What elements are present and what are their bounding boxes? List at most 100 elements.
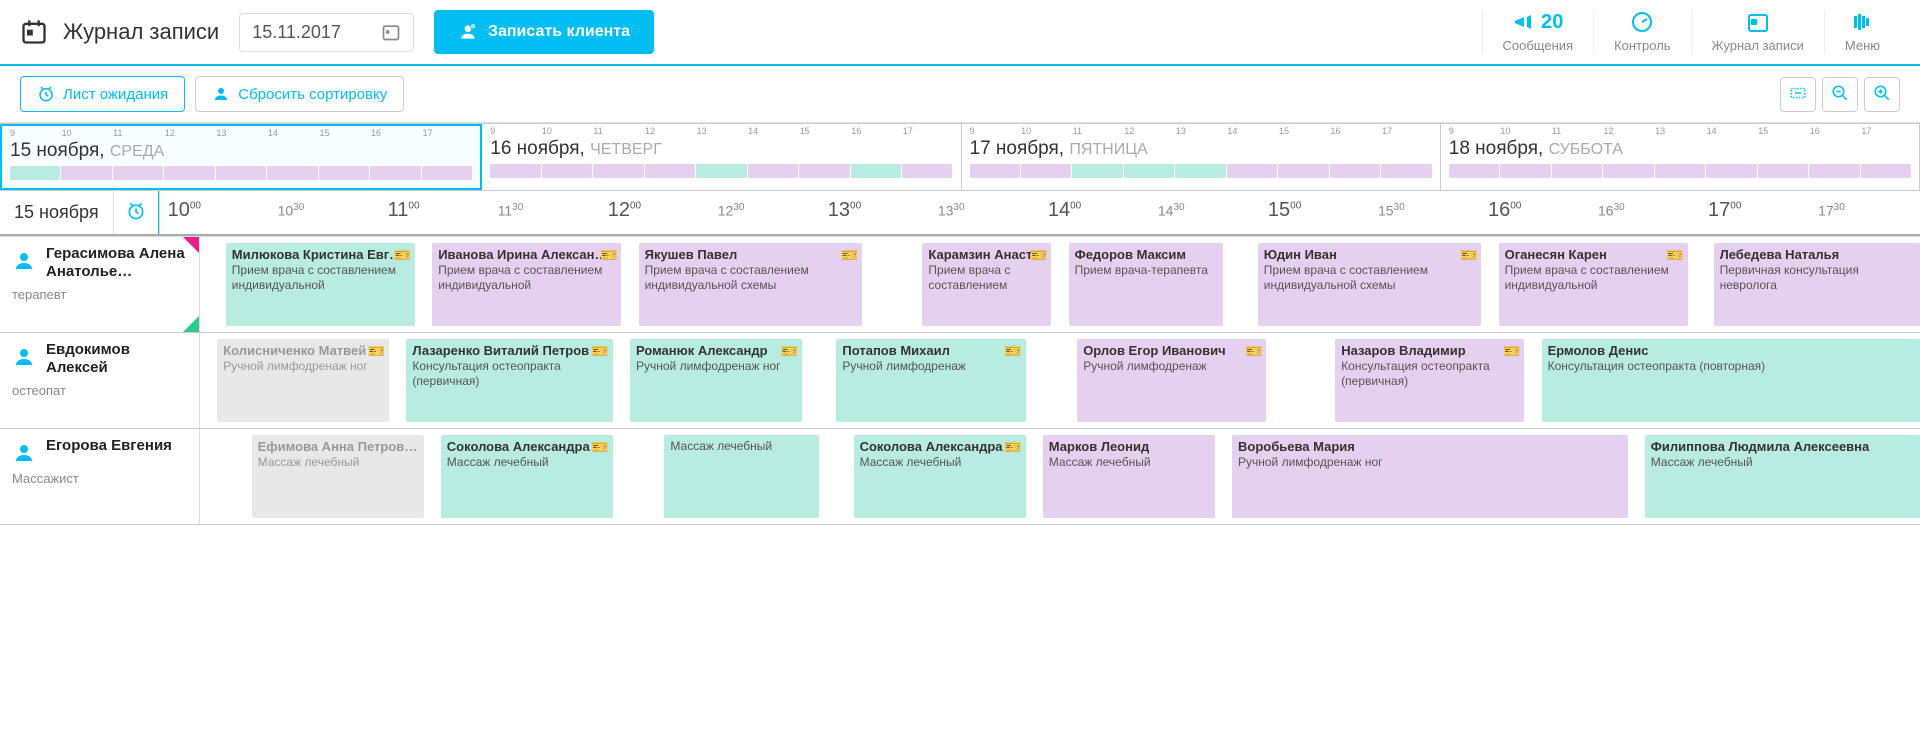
time-slot: 1300 [820, 199, 930, 222]
zoom-in-button[interactable] [1864, 77, 1900, 112]
ticket-icon: 🎫 [1004, 343, 1021, 361]
header-left: Журнал записи 15.11.2017 + Записать клие… [20, 10, 1482, 54]
appointment[interactable]: Якушев ПавелПрием врача с составлением и… [639, 243, 863, 326]
fit-button[interactable] [1780, 77, 1816, 112]
gauge-icon [1630, 10, 1654, 34]
time-slot: 1530 [1370, 202, 1480, 219]
staff-cell[interactable]: Герасимова Алена Анатолье… терапевт [0, 237, 200, 332]
time-slot: 1700 [1700, 199, 1810, 222]
appointment[interactable]: Воробьева МарияРучной лимфодренаж ног [1232, 435, 1628, 518]
time-header-alarm[interactable] [113, 191, 159, 234]
ticket-icon: 🎫 [368, 343, 385, 361]
minimap-day[interactable]: 9101112131415161716 ноября, ЧЕТВЕРГ [482, 124, 961, 190]
calendar-nav-icon [1746, 10, 1770, 34]
staff-cell[interactable]: Евдокимов Алексейостеопат [0, 333, 200, 428]
minimap-day[interactable]: 9101112131415161718 ноября, СУББОТА [1441, 124, 1920, 190]
time-slot: 1400 [1040, 199, 1150, 222]
appointment[interactable]: Назаров ВладимирКонсультация остеопракта… [1335, 339, 1524, 422]
appt-service: Ручной лимфодренаж [842, 359, 1019, 374]
appt-client: Марков Леонид [1049, 439, 1209, 455]
appointment[interactable]: Милюкова Кристина ЕвгеньевнПрием врача с… [226, 243, 415, 326]
appt-service: Прием врача с составлением индивидуально… [438, 263, 615, 293]
appointment[interactable]: Оганесян КаренПрием врача с составлением… [1499, 243, 1688, 326]
ticket-icon: 🎫 [1245, 343, 1262, 361]
schedule-row: Герасимова Алена Анатолье… терапевт Милюко… [0, 237, 1920, 333]
appt-service: Прием врача с составлением [928, 263, 1045, 293]
appointment[interactable]: Карамзин АнастасияПрием врача с составле… [922, 243, 1051, 326]
zoom-out-icon [1831, 84, 1849, 102]
appt-service: Массаж лечебный [1049, 455, 1209, 470]
time-slot: 1730 [1810, 202, 1920, 219]
appointment[interactable]: Федоров МаксимПрием врача-терапевта [1069, 243, 1224, 326]
ticket-icon: 🎫 [600, 247, 617, 265]
staff-role: остеопат [12, 383, 187, 398]
waitlist-button[interactable]: Лист ожидания [20, 76, 185, 112]
appointment[interactable]: Лебедева НатальяПервичная консультация н… [1714, 243, 1920, 326]
appt-service: Ручной лимфодренаж ног [636, 359, 796, 374]
appt-client: Филиппова Людмила Алексеевна [1651, 439, 1914, 455]
ticket-icon: 🎫 [1503, 343, 1520, 361]
time-slot: 1500 [1260, 199, 1370, 222]
nav-menu[interactable]: Меню [1824, 10, 1900, 54]
staff-name: Герасимова Алена Анатолье… [46, 245, 187, 281]
zoom-out-button[interactable] [1822, 77, 1858, 112]
nav-menu-label: Меню [1845, 38, 1880, 54]
appt-client: Романюк Александр [636, 343, 796, 359]
appointment[interactable]: Колисниченко МатвейРучной лимфодренаж но… [217, 339, 389, 422]
nav-control[interactable]: Контроль [1593, 10, 1690, 54]
nav-journal[interactable]: Журнал записи [1691, 10, 1824, 54]
appointment[interactable]: Лазаренко Виталий ПетровКонсультация ост… [406, 339, 612, 422]
toolbar: Лист ожидания Сбросить сортировку [0, 66, 1920, 123]
staff-cell[interactable]: Егорова ЕвгенияМассажист [0, 429, 200, 524]
appointment[interactable]: Ефимова Анна ПетровнаМассаж лечебный [252, 435, 424, 518]
appointment[interactable]: Ермолов ДенисКонсультация остеопракта (п… [1542, 339, 1920, 422]
appt-service: Ручной лимфодренаж ног [1238, 455, 1622, 470]
time-slot: 1000 [160, 199, 270, 222]
appointment[interactable]: Юдин ИванПрием врача с составлением инди… [1258, 243, 1482, 326]
enroll-label: Записать клиента [488, 23, 630, 41]
appointment[interactable]: Романюк АлександрРучной лимфодренаж ног🎫 [630, 339, 802, 422]
timeline[interactable]: Колисниченко МатвейРучной лимфодренаж но… [200, 333, 1920, 428]
timeline[interactable]: Милюкова Кристина ЕвгеньевнПрием врача с… [200, 237, 1920, 332]
appt-service: Ручной лимфодренаж [1083, 359, 1260, 374]
enroll-button[interactable]: + Записать клиента [434, 10, 654, 54]
staff-role: терапевт [12, 287, 187, 302]
timeline[interactable]: Ефимова Анна ПетровнаМассаж лечебныйСоко… [200, 429, 1920, 524]
date-value: 15.11.2017 [252, 22, 341, 43]
appt-client: Карамзин Анастасия [928, 247, 1045, 263]
minimap-day[interactable]: 9101112131415161717 ноября, ПЯТНИЦА [962, 124, 1441, 190]
nav-journal-label: Журнал записи [1712, 38, 1804, 54]
schedule-row: Евдокимов АлексейостеопатКолисниченко Ма… [0, 333, 1920, 429]
appointment[interactable]: Потапов МихаилРучной лимфодренаж🎫 [836, 339, 1025, 422]
appointment[interactable]: Филиппова Людмила АлексеевнаМассаж лечеб… [1645, 435, 1920, 518]
ticket-icon: 🎫 [591, 343, 608, 361]
appointment[interactable]: Марков ЛеонидМассаж лечебный [1043, 435, 1215, 518]
ticket-icon: 🎫 [841, 247, 858, 265]
appointment[interactable]: Массаж лечебный [664, 435, 819, 518]
appt-service: Массаж лечебный [670, 439, 813, 454]
minimap-day[interactable]: 9101112131415161715 ноября, СРЕДА [0, 124, 482, 190]
page-title: Журнал записи [20, 18, 219, 46]
appt-service: Прием врача с составлением индивидуально… [645, 263, 857, 293]
nav-control-label: Контроль [1614, 38, 1670, 54]
ticket-icon: 🎫 [394, 247, 411, 265]
zoom-in-icon [1873, 84, 1891, 102]
date-picker[interactable]: 15.11.2017 [239, 13, 414, 52]
alarm-icon [37, 85, 55, 103]
person-sort-icon [212, 85, 230, 103]
ticket-icon: 🎫 [1666, 247, 1683, 265]
appt-service: Консультация остеопракта (повторная) [1548, 359, 1914, 374]
megaphone-icon [1512, 10, 1536, 34]
appointment[interactable]: Соколова Александра ФеМассаж лечебный🎫 [441, 435, 613, 518]
appointment[interactable]: Соколова Александра ФеМассаж лечебный🎫 [854, 435, 1026, 518]
schedule-row: Егорова ЕвгенияМассажист Ефимова Анна Пет… [0, 429, 1920, 525]
nav-messages[interactable]: 20 Сообщения [1482, 10, 1594, 54]
app-header: Журнал записи 15.11.2017 + Записать клие… [0, 0, 1920, 66]
appt-client: Назаров Владимир [1341, 343, 1518, 359]
appt-client: Иванова Ирина Александровн [438, 247, 615, 263]
day-minimap: 9101112131415161715 ноября, СРЕДА9101112… [0, 123, 1920, 191]
appointment[interactable]: Иванова Ирина АлександровнПрием врача с … [432, 243, 621, 326]
reset-sort-button[interactable]: Сбросить сортировку [195, 76, 404, 112]
appointment[interactable]: Орлов Егор ИвановичРучной лимфодренаж🎫 [1077, 339, 1266, 422]
appt-client: Ефимова Анна Петровна [258, 439, 418, 455]
